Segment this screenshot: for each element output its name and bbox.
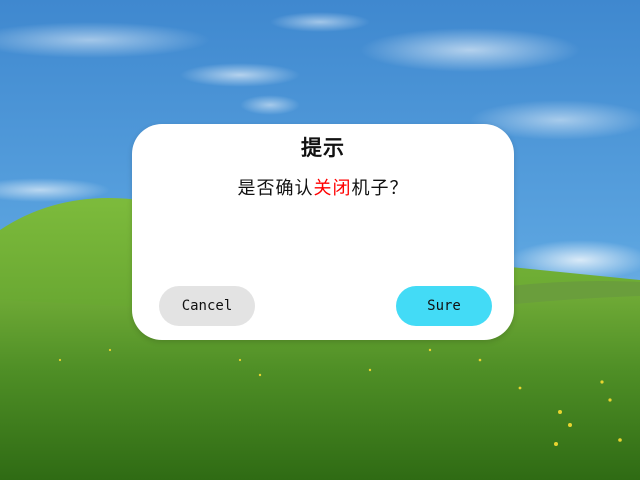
message-text-before: 是否确认 [237, 178, 314, 199]
confirm-dialog: 提示 是否确认关闭机子？ Cancel Sure [132, 124, 514, 340]
sure-button[interactable]: Sure [396, 286, 492, 326]
dialog-title: 提示 [301, 135, 345, 160]
message-text-after: 机子？ [351, 178, 409, 199]
cancel-button[interactable]: Cancel [159, 286, 255, 326]
message-highlight: 关闭 [313, 178, 352, 199]
dialog-message: 是否确认关闭机子？ [132, 174, 514, 200]
